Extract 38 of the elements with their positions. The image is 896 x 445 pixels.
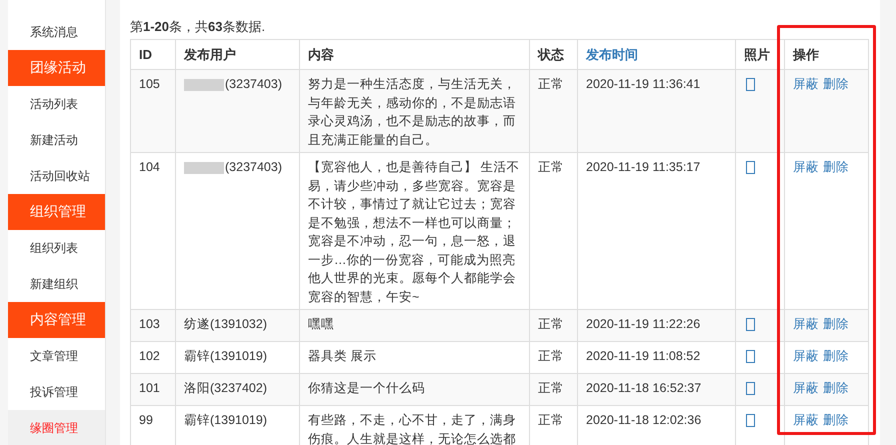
photo-icon[interactable]	[746, 382, 755, 395]
user-name: 霸锌(1391019)	[184, 349, 267, 363]
photo-icon[interactable]	[746, 78, 755, 91]
action-link[interactable]: 屏蔽	[793, 381, 819, 395]
table-cell: 99	[130, 406, 176, 445]
user-name: 纺遂(1391032)	[184, 317, 267, 331]
action-link[interactable]: 删除	[823, 77, 849, 91]
user-name: 洛阳(3237402)	[184, 381, 267, 395]
sidebar-section-header[interactable]: 内容管理	[8, 302, 105, 338]
column-header: 内容	[300, 40, 530, 70]
action-link[interactable]: 删除	[823, 160, 849, 174]
table-cell: 105	[130, 70, 176, 152]
user-name: 霸锌(1391019)	[184, 413, 267, 427]
sortable-column-header[interactable]: 发布时间	[578, 40, 736, 70]
sidebar-section-header[interactable]: 团缘活动	[8, 50, 105, 86]
table-cell: 104	[130, 152, 176, 310]
blurred-name	[184, 162, 224, 174]
action-link[interactable]: 删除	[823, 381, 849, 395]
photo-icon[interactable]	[746, 350, 755, 363]
column-header: 发布用户	[176, 40, 300, 70]
photo-icon[interactable]	[746, 161, 755, 174]
column-header: ID	[130, 40, 176, 70]
blurred-name	[184, 78, 224, 91]
action-link[interactable]: 屏蔽	[793, 160, 819, 174]
record-count: 第1-20条，共63条数据.	[130, 18, 266, 36]
action-link[interactable]: 屏蔽	[793, 77, 819, 91]
action-link[interactable]: 屏蔽	[793, 349, 819, 363]
action-link[interactable]: 删除	[823, 413, 849, 427]
action-link[interactable]: 屏蔽	[793, 413, 819, 427]
sidebar-section-header[interactable]: 组织管理	[8, 194, 105, 230]
action-link[interactable]: 删除	[823, 349, 849, 363]
photo-icon[interactable]	[746, 318, 755, 331]
action-link[interactable]: 屏蔽	[793, 317, 819, 331]
user-name: (3237403)	[225, 160, 282, 174]
photo-icon[interactable]	[746, 414, 755, 427]
user-name: (3237403)	[225, 77, 282, 91]
action-link[interactable]: 删除	[823, 317, 849, 331]
sidebar-item[interactable]: 缘圈管理	[8, 410, 105, 445]
